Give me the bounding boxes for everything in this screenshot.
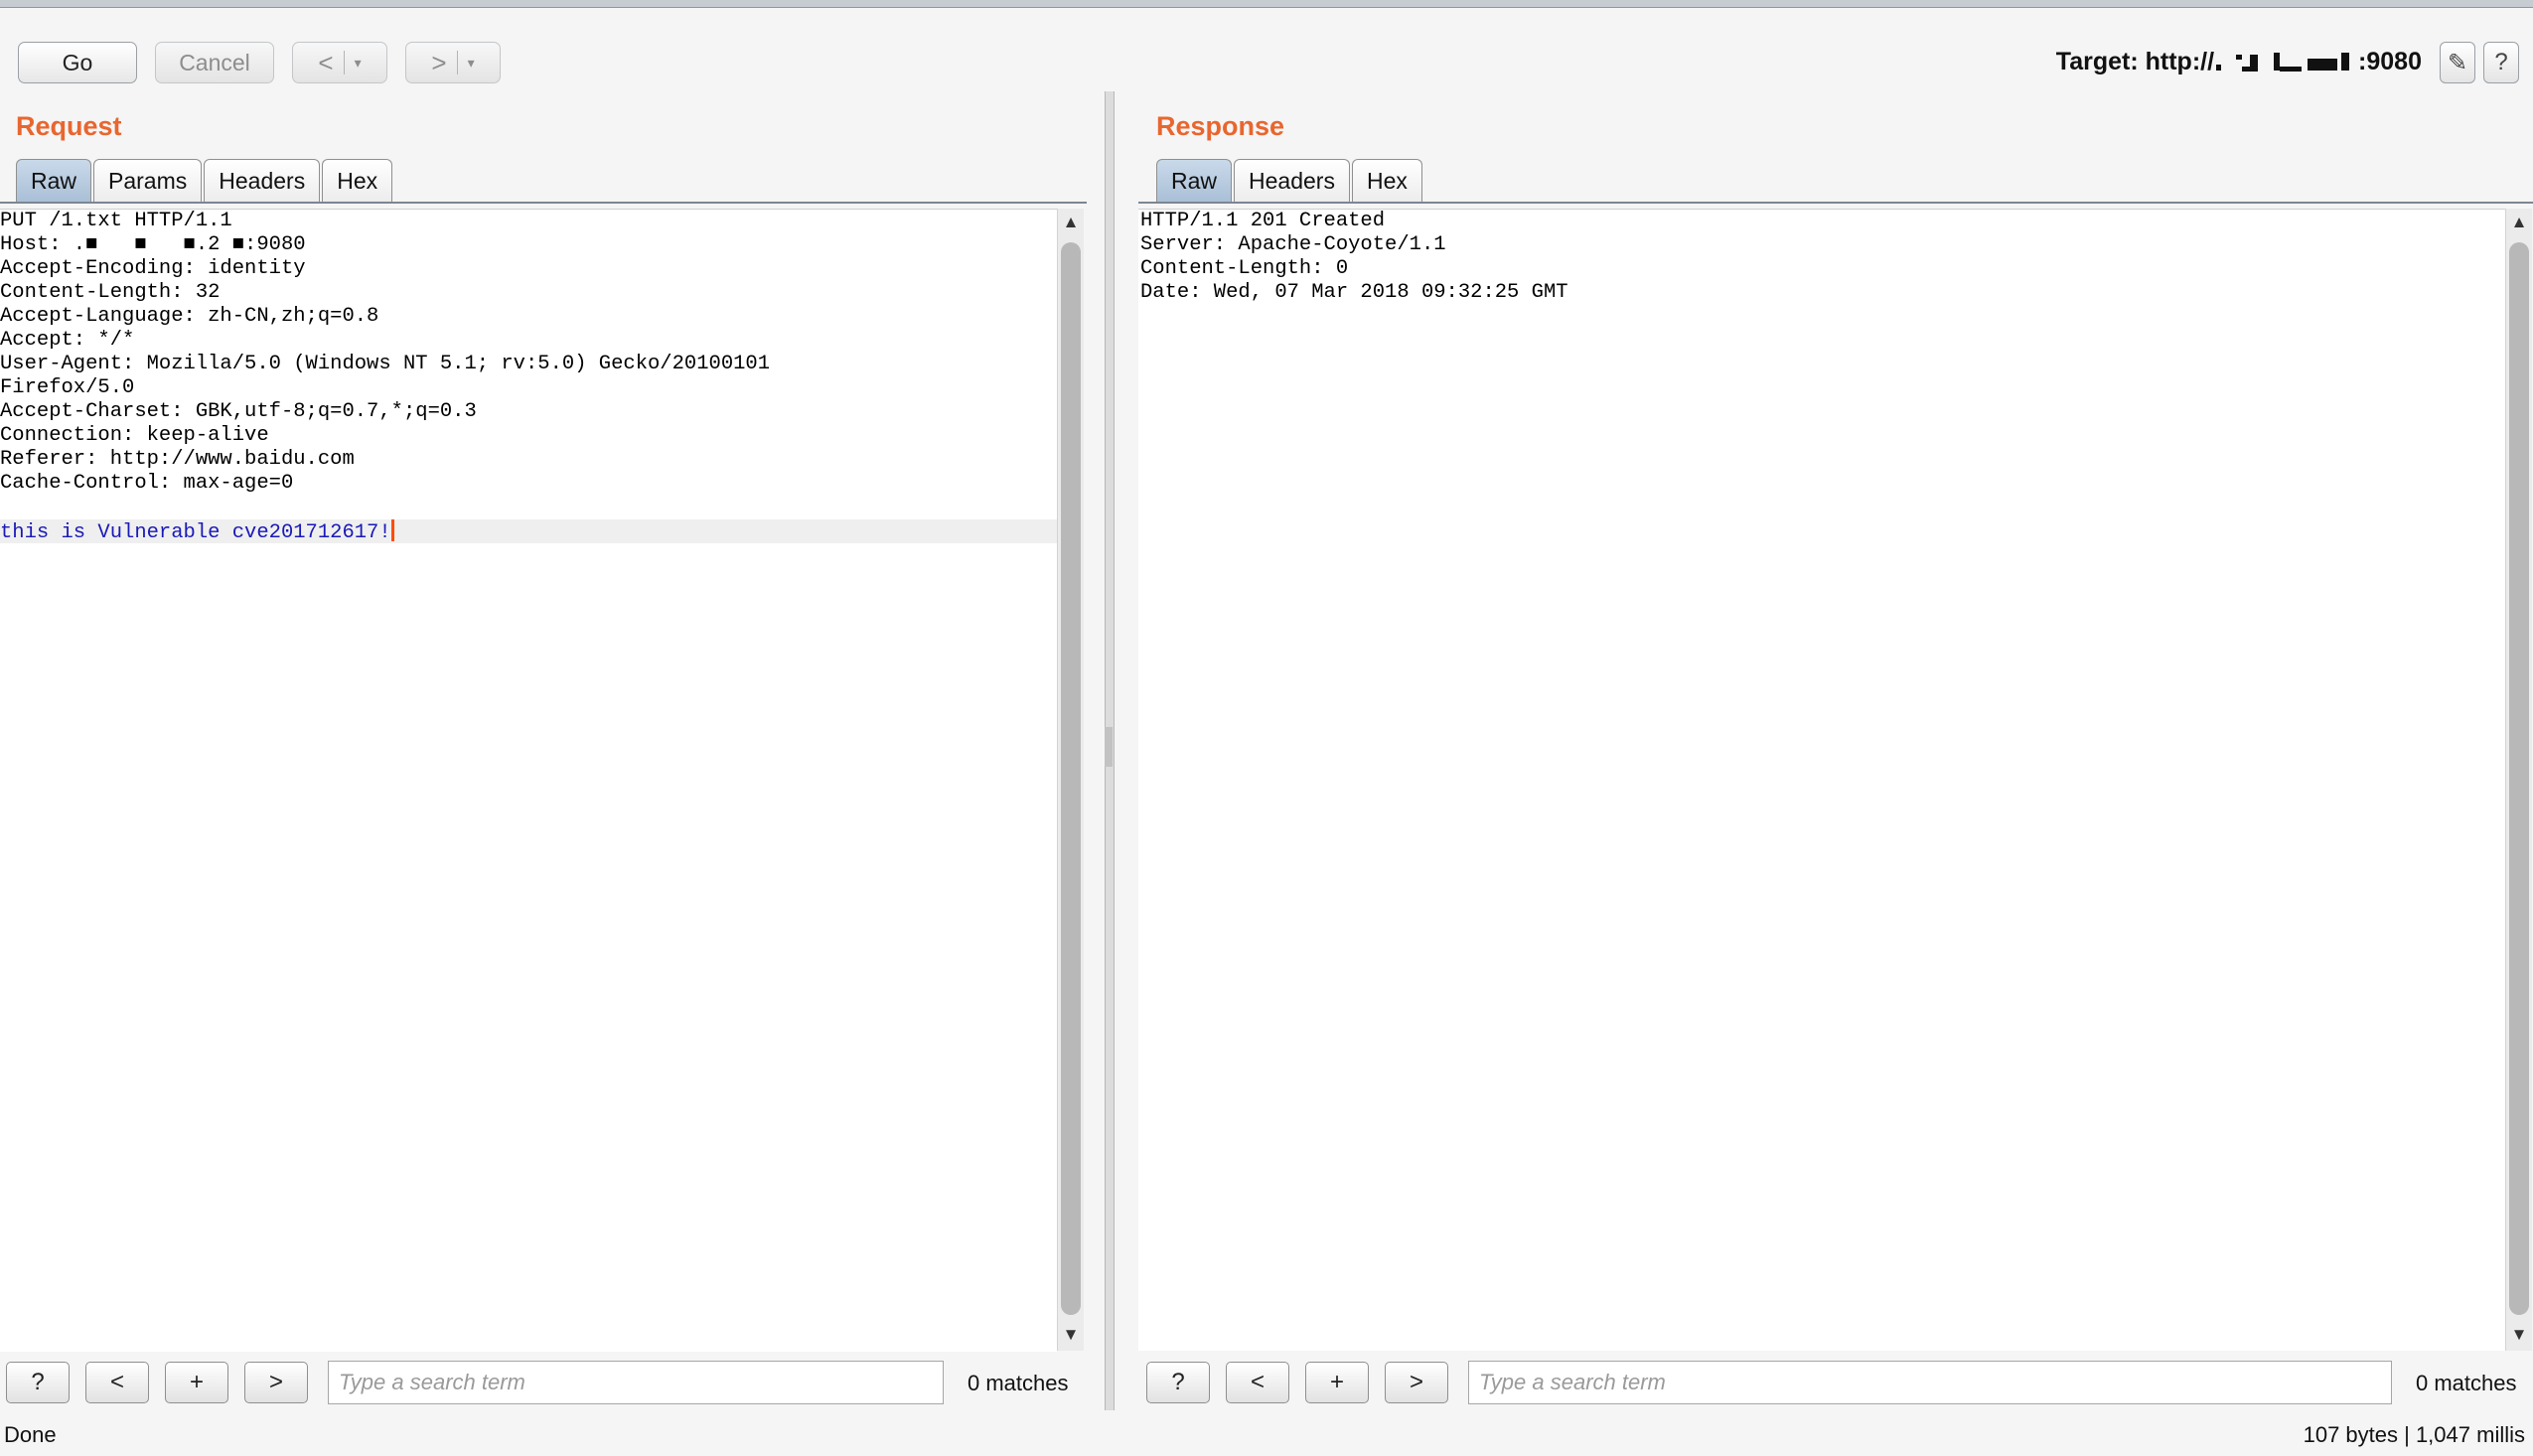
request-line: Accept: */* <box>0 329 135 352</box>
request-tab-headers[interactable]: Headers <box>204 159 321 203</box>
target-port: :9080 <box>2358 48 2422 75</box>
edit-target-button[interactable]: ✎ <box>2440 42 2475 83</box>
request-line: Accept-Encoding: identity <box>0 257 306 280</box>
request-tab-hex[interactable]: Hex <box>322 159 393 203</box>
request-tab-underline <box>0 202 1087 204</box>
response-search-input[interactable] <box>1468 1361 2392 1404</box>
window-top-border <box>0 0 2533 8</box>
go-button[interactable]: Go <box>18 42 137 83</box>
scroll-down-icon[interactable]: ▼ <box>2506 1325 2532 1351</box>
divider-grip[interactable] <box>1105 727 1113 767</box>
request-scroll-thumb[interactable] <box>1061 242 1081 1315</box>
request-tab-params[interactable]: Params <box>93 159 203 203</box>
help-icon: ? <box>2494 49 2508 75</box>
response-tab-underline <box>1138 202 2533 204</box>
scroll-up-icon[interactable]: ▲ <box>2506 213 2532 238</box>
response-search-add-button[interactable]: + <box>1305 1362 1369 1403</box>
request-match-count: 0 matches <box>968 1371 1069 1395</box>
response-tabs: Raw Headers Hex <box>1156 159 1424 203</box>
request-line: Connection: keep-alive <box>0 424 269 447</box>
back-history-dropdown-icon[interactable]: ▾ <box>355 55 362 72</box>
request-line: PUT /1.txt HTTP/1.1 <box>0 210 232 232</box>
response-search-prev-button[interactable]: < <box>1226 1362 1289 1403</box>
forward-history-dropdown-icon[interactable]: ▾ <box>468 55 475 72</box>
response-line: Content-Length: 0 <box>1140 257 1349 280</box>
response-scroll-thumb[interactable] <box>2509 242 2529 1315</box>
response-scrollbar[interactable]: ▲ ▼ <box>2505 209 2532 1351</box>
target-url-prefix: http:// <box>2145 48 2215 75</box>
request-line: Firefox/5.0 <box>0 376 135 399</box>
forward-arrow-icon: > <box>431 47 447 77</box>
redacted-host <box>2214 53 2358 73</box>
scroll-up-icon[interactable]: ▲ <box>1058 213 1084 238</box>
response-title: Response <box>1156 111 1285 141</box>
response-search-next-button[interactable]: > <box>1385 1362 1448 1403</box>
request-line: Content-Length: 32 <box>0 281 221 304</box>
request-editor[interactable]: PUT /1.txt HTTP/1.1 Host: .■ ■ ■.2 ■:908… <box>0 209 1057 1352</box>
request-title: Request <box>16 111 122 141</box>
response-stats: 107 bytes | 1,047 millis <box>2303 1422 2525 1447</box>
request-body-line: this is Vulnerable cve201712617! <box>0 519 1057 544</box>
request-search-next-button[interactable]: > <box>244 1362 308 1403</box>
target-display: Target: http:// :9080 <box>2056 48 2422 76</box>
text-caret <box>390 519 394 541</box>
request-tab-raw[interactable]: Raw <box>16 159 92 203</box>
response-editor[interactable]: HTTP/1.1 201 Created Server: Apache-Coyo… <box>1138 209 2505 1351</box>
target-label: Target: <box>2055 48 2139 75</box>
request-line: Referer: http://www.baidu.com <box>0 448 355 471</box>
response-tab-hex[interactable]: Hex <box>1351 159 1422 203</box>
response-tab-headers[interactable]: Headers <box>1234 159 1350 203</box>
cancel-button[interactable]: Cancel <box>155 42 274 83</box>
request-line: User-Agent: Mozilla/5.0 (Windows NT 5.1;… <box>0 353 771 375</box>
button-separator <box>343 51 345 74</box>
request-tabs: Raw Params Headers Hex <box>16 159 394 203</box>
response-match-count: 0 matches <box>2416 1371 2517 1395</box>
request-scrollbar[interactable]: ▲ ▼ <box>1057 209 1084 1351</box>
response-line: Date: Wed, 07 Mar 2018 09:32:25 GMT <box>1140 281 1568 304</box>
pencil-icon: ✎ <box>2447 49 2468 76</box>
request-line: Host: .■ ■ ■.2 ■:9080 <box>0 233 306 256</box>
help-button[interactable]: ? <box>2483 42 2519 83</box>
status-text: Done <box>4 1422 57 1447</box>
response-tab-raw[interactable]: Raw <box>1156 159 1233 203</box>
response-search-help-button[interactable]: ? <box>1146 1362 1210 1403</box>
response-line: HTTP/1.1 201 Created <box>1140 210 1386 232</box>
request-line: Accept-Charset: GBK,utf-8;q=0.7,*;q=0.3 <box>0 400 477 423</box>
request-body-text: this is Vulnerable cve201712617! <box>0 521 391 544</box>
request-search-help-button[interactable]: ? <box>6 1362 70 1403</box>
back-arrow-icon: < <box>318 47 334 77</box>
response-line: Server: Apache-Coyote/1.1 <box>1140 233 1446 256</box>
request-line: Cache-Control: max-age=0 <box>0 472 294 495</box>
request-search-prev-button[interactable]: < <box>85 1362 149 1403</box>
request-line <box>0 496 1057 519</box>
request-line: Accept-Language: zh-CN,zh;q=0.8 <box>0 305 379 328</box>
split-pane-divider[interactable] <box>1105 91 1115 1410</box>
scroll-down-icon[interactable]: ▼ <box>1058 1325 1084 1351</box>
forward-button[interactable]: > ▾ <box>405 42 501 83</box>
back-button[interactable]: < ▾ <box>292 42 387 83</box>
request-search-input[interactable] <box>328 1361 944 1404</box>
request-search-add-button[interactable]: + <box>165 1362 228 1403</box>
button-separator <box>456 51 458 74</box>
